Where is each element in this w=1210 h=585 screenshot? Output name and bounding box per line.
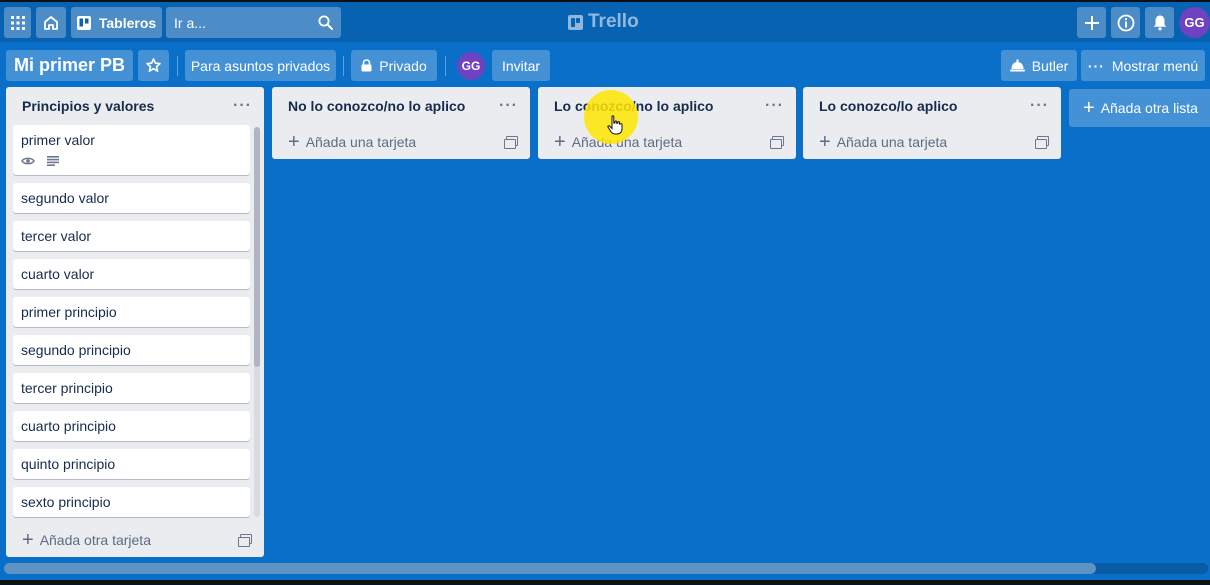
add-card-label: Añada otra tarjeta xyxy=(39,532,151,548)
add-card-label: Añada una tarjeta xyxy=(836,134,948,150)
team-button[interactable]: Para asuntos privados xyxy=(185,50,336,81)
show-menu-button[interactable]: ··· Mostrar menú xyxy=(1081,50,1205,81)
app-frame: Tableros Ir a... Trello GG Mi primer PB … xyxy=(0,2,1210,580)
home-icon xyxy=(44,15,58,30)
card[interactable]: segundo principio xyxy=(13,335,250,365)
list-header[interactable]: Lo conozco/no lo aplico ··· xyxy=(538,87,796,125)
list-menu-icon[interactable]: ··· xyxy=(499,97,518,115)
search-placeholder: Ir a... xyxy=(174,14,206,31)
user-avatar[interactable]: GG xyxy=(1179,7,1210,38)
invite-button[interactable]: Invitar xyxy=(492,50,550,81)
home-button[interactable] xyxy=(36,7,66,38)
hand-cursor-icon xyxy=(607,115,623,135)
create-button[interactable] xyxy=(1077,7,1106,38)
card[interactable]: segundo valor xyxy=(13,183,250,213)
show-menu-label: Mostrar menú xyxy=(1111,57,1199,74)
apps-grid-button[interactable] xyxy=(4,7,31,38)
card[interactable]: tercer principio xyxy=(13,373,250,403)
boards-button[interactable]: Tableros xyxy=(71,7,162,38)
board-scrollbar-thumb[interactable] xyxy=(4,563,1096,574)
boards-icon xyxy=(76,15,91,30)
grid-icon xyxy=(10,15,25,30)
search-input[interactable]: Ir a... xyxy=(166,7,341,38)
plus-icon: + xyxy=(819,131,831,153)
add-card-button[interactable]: + Añada una tarjeta xyxy=(803,125,1061,159)
list-principios-y-valores: Principios y valores ··· primer valor se… xyxy=(6,87,264,557)
card[interactable]: sexto principio xyxy=(13,487,250,517)
plus-icon: + xyxy=(1083,97,1095,119)
list-title[interactable]: No lo conozco/no lo aplico xyxy=(288,98,499,114)
add-card-label: Añada una tarjeta xyxy=(305,134,417,150)
card[interactable]: tercer valor xyxy=(13,221,250,251)
card-badges xyxy=(21,156,242,166)
star-board-button[interactable] xyxy=(138,50,169,81)
card-list: primer valor segundo valor tercer valor xyxy=(6,125,264,523)
list-scrollbar[interactable] xyxy=(254,127,260,517)
list-title[interactable]: Principios y valores xyxy=(22,98,233,114)
header-divider xyxy=(445,56,446,76)
list-title[interactable]: Lo conozco/lo aplico xyxy=(819,98,1030,114)
top-bar: Tableros Ir a... Trello GG xyxy=(0,2,1210,42)
board-scrollbar[interactable] xyxy=(4,563,1208,574)
plus-icon: + xyxy=(554,131,566,153)
bell-icon xyxy=(1153,15,1166,31)
list-no-lo-conozco-no-lo-aplico: No lo conozco/no lo aplico ··· + Añada u… xyxy=(272,87,530,159)
eye-icon xyxy=(21,157,35,165)
add-card-button[interactable]: + Añada otra tarjeta xyxy=(6,523,264,557)
trello-logo[interactable]: Trello xyxy=(568,11,639,33)
more-icon: ··· xyxy=(1087,57,1105,74)
search-icon[interactable] xyxy=(309,15,341,30)
header-divider xyxy=(343,56,344,76)
info-icon xyxy=(1117,14,1134,31)
list-scrollbar-thumb[interactable] xyxy=(254,127,260,367)
butler-bell-icon xyxy=(1009,59,1025,72)
trello-logo-text: Trello xyxy=(588,11,639,32)
butler-button[interactable]: Butler xyxy=(1001,50,1077,81)
add-list-button[interactable]: + Añada otra lista xyxy=(1069,89,1210,127)
boards-label: Tableros xyxy=(98,14,157,31)
plus-icon: + xyxy=(22,529,34,551)
card-template-icon[interactable] xyxy=(238,534,252,547)
plus-icon: + xyxy=(288,131,300,153)
info-button[interactable] xyxy=(1111,7,1140,38)
visibility-label: Privado xyxy=(379,57,427,74)
card[interactable]: primer valor xyxy=(13,125,250,175)
header-divider xyxy=(177,56,178,76)
card[interactable]: cuarto principio xyxy=(13,411,250,441)
list-lo-conozco-lo-aplico: Lo conozco/lo aplico ··· + Añada una tar… xyxy=(803,87,1061,159)
description-icon xyxy=(47,156,59,166)
card-template-icon[interactable] xyxy=(504,136,518,149)
card[interactable]: cuarto valor xyxy=(13,259,250,289)
card-template-icon[interactable] xyxy=(1035,136,1049,149)
add-list-label: Añada otra lista xyxy=(1100,100,1198,116)
notifications-button[interactable] xyxy=(1145,7,1174,38)
card[interactable]: primer principio xyxy=(13,297,250,327)
butler-label: Butler xyxy=(1031,57,1069,74)
card-title: primer valor xyxy=(21,132,95,148)
board-member-avatar[interactable]: GG xyxy=(457,52,485,80)
add-card-button[interactable]: + Añada una tarjeta xyxy=(538,125,796,159)
lock-icon xyxy=(361,59,372,72)
visibility-button[interactable]: Privado xyxy=(351,50,437,81)
list-menu-icon[interactable]: ··· xyxy=(233,97,252,115)
add-card-button[interactable]: + Añada una tarjeta xyxy=(272,125,530,159)
list-header[interactable]: Principios y valores ··· xyxy=(6,87,264,125)
list-header[interactable]: No lo conozco/no lo aplico ··· xyxy=(272,87,530,125)
trello-logo-icon xyxy=(568,14,583,30)
plus-icon xyxy=(1084,15,1099,30)
list-lo-conozco-no-lo-aplico: Lo conozco/no lo aplico ··· + Añada una … xyxy=(538,87,796,159)
board-title[interactable]: Mi primer PB xyxy=(6,50,133,81)
card[interactable]: quinto principio xyxy=(13,449,250,479)
star-icon xyxy=(146,58,161,72)
list-menu-icon[interactable]: ··· xyxy=(1030,97,1049,115)
card-template-icon[interactable] xyxy=(770,136,784,149)
list-menu-icon[interactable]: ··· xyxy=(765,97,784,115)
list-header[interactable]: Lo conozco/lo aplico ··· xyxy=(803,87,1061,125)
